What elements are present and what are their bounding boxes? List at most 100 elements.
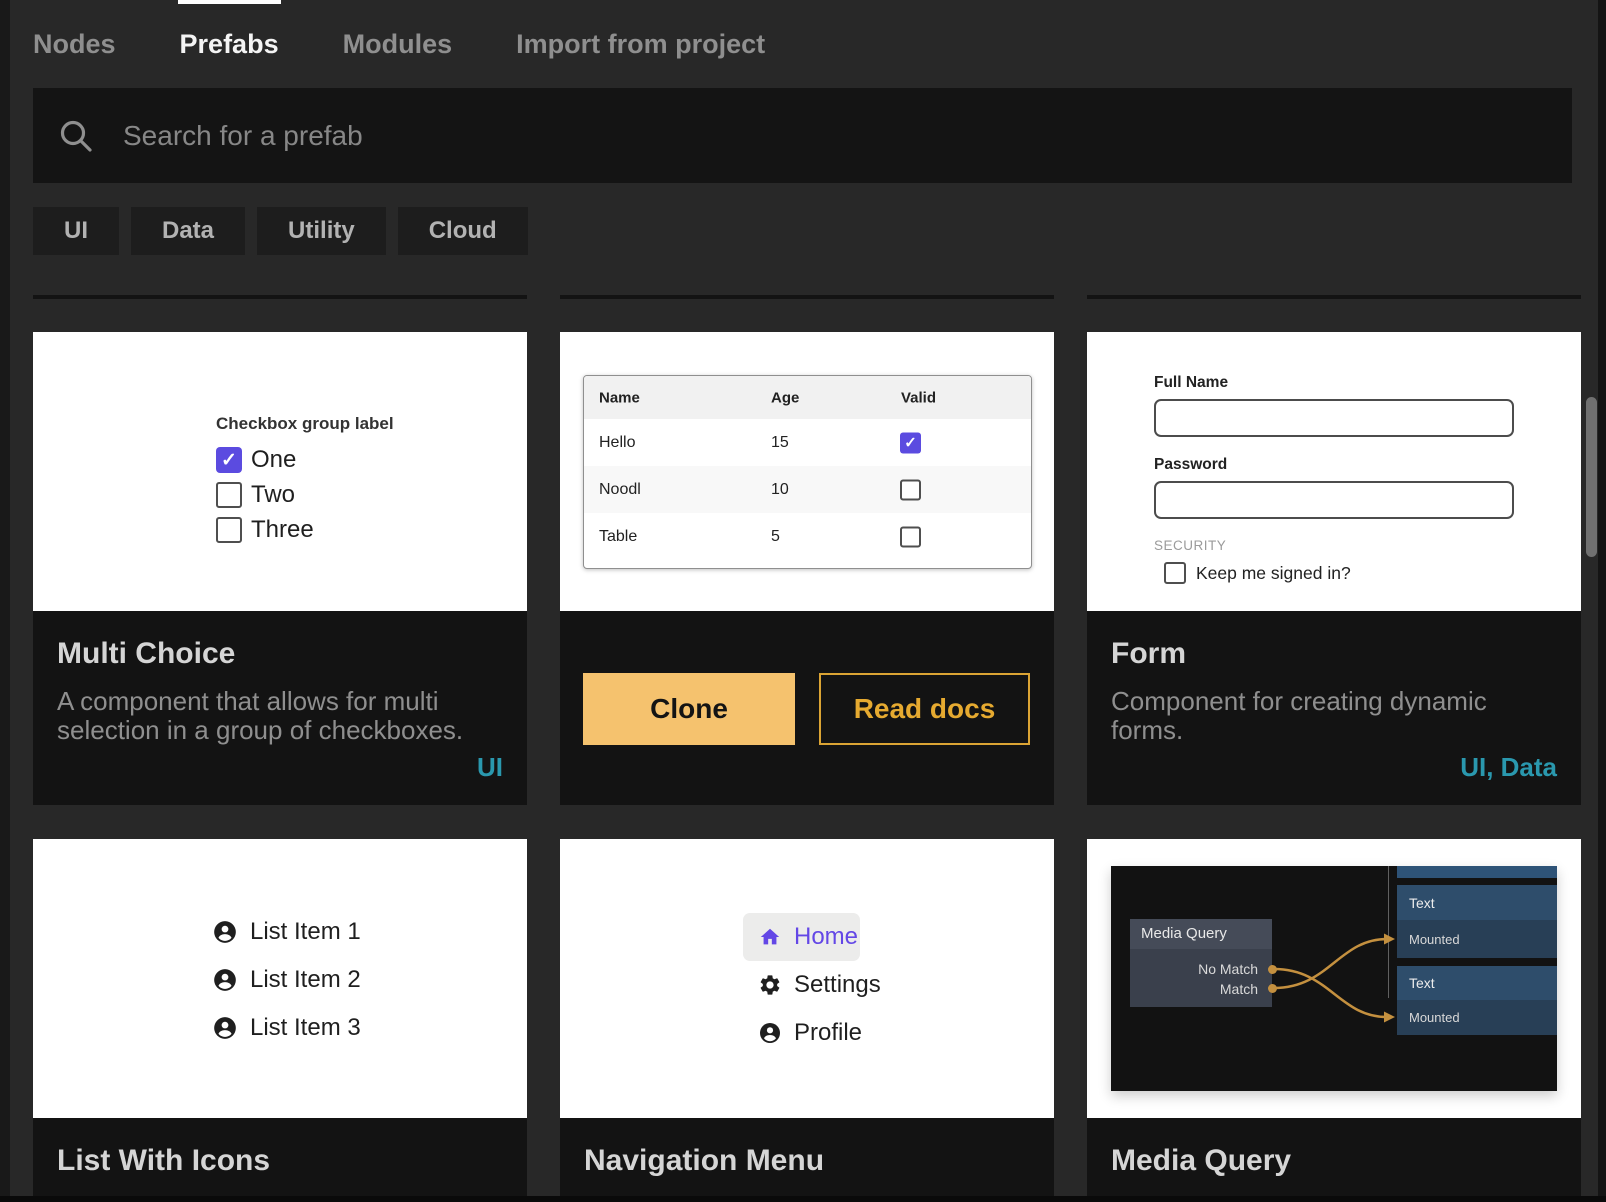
form-checkbox-label: Keep me signed in?	[1196, 563, 1351, 584]
prefab-card-list-with-icons[interactable]: List Item 1 List Item 2 List Item 3	[33, 839, 527, 1202]
list-item: List Item 2	[212, 967, 361, 993]
checkbox-unchecked-icon	[900, 479, 921, 500]
form-field-label: Full Name	[1154, 374, 1514, 392]
search-icon	[58, 118, 94, 154]
nav-item-label: Home	[794, 923, 858, 951]
home-icon	[759, 926, 781, 948]
prefab-card-media-query[interactable]: Media Query No Match Match Text Mounted …	[1087, 839, 1581, 1202]
checkbox-option: Three	[216, 517, 394, 543]
prefab-card-form[interactable]: Full Name Password SECURITY Keep me sign…	[1087, 332, 1581, 805]
form-section-label: SECURITY	[1154, 538, 1514, 553]
gear-icon	[758, 973, 782, 997]
prefab-description: A component that allows for multi select…	[57, 687, 503, 745]
prefab-tags: UI, Data	[1460, 752, 1557, 783]
prefab-tags: UI	[477, 752, 503, 783]
list-item: List Item 3	[212, 1015, 361, 1041]
checkbox-unchecked-icon	[216, 482, 242, 508]
read-docs-button[interactable]: Read docs	[819, 673, 1030, 745]
prefab-card-multi-choice[interactable]: Checkbox group label One Two Three Multi…	[33, 332, 527, 805]
prefab-description: Component for creating dynamic forms.	[1111, 687, 1557, 745]
prefab-card-info: Multi Choice A component that allows for…	[33, 611, 527, 805]
tab-prefabs[interactable]: Prefabs	[180, 0, 279, 88]
prefab-card-info: Navigation Menu Component for creating a…	[560, 1118, 1054, 1202]
checkbox-unchecked-icon	[1164, 562, 1186, 584]
filter-chip-cloud[interactable]: Cloud	[398, 207, 528, 255]
search-bar	[33, 88, 1572, 183]
nav-item-settings: Settings	[743, 961, 881, 1009]
panel-left-edge	[0, 0, 10, 1202]
checkbox-group-label: Checkbox group label	[216, 414, 394, 434]
text-input	[1154, 481, 1514, 519]
prefab-title: List With Icons	[57, 1144, 503, 1178]
table-row: Hello 15	[584, 419, 1031, 466]
person-icon	[758, 1021, 782, 1045]
prefab-card-table-hovered[interactable]: Name Age Valid Hello 15 Noodl 10 Table 5	[560, 332, 1054, 805]
prefab-preview-icon-list: List Item 1 List Item 2 List Item 3	[33, 839, 527, 1118]
text-input	[1154, 399, 1514, 437]
prefab-preview-node-graph: Media Query No Match Match Text Mounted …	[1087, 839, 1581, 1118]
prefab-card-info: List With Icons A list where each item h…	[33, 1118, 527, 1202]
filter-chip-utility[interactable]: Utility	[257, 207, 386, 255]
filter-chips: UI Data Utility Cloud	[33, 207, 528, 255]
prefab-card-hover-actions: Clone Read docs	[560, 611, 1054, 805]
tab-nodes[interactable]: Nodes	[33, 0, 116, 88]
table-preview: Name Age Valid Hello 15 Noodl 10 Table 5	[583, 375, 1032, 569]
node-graph-image: Media Query No Match Match Text Mounted …	[1111, 866, 1557, 1091]
checkbox-checked-icon	[216, 447, 242, 473]
nav-item-label: Settings	[794, 971, 881, 999]
previous-row-card-edge	[33, 295, 527, 299]
filter-chip-data[interactable]: Data	[131, 207, 245, 255]
search-input[interactable]	[121, 119, 1425, 153]
account-circle-icon	[212, 919, 238, 945]
account-circle-icon	[212, 967, 238, 993]
list-item-label: List Item 2	[250, 966, 361, 994]
table-cell: 15	[771, 434, 789, 452]
table-cell: Noodl	[599, 481, 641, 499]
panel-bottom-edge	[0, 1196, 1606, 1202]
list-item: List Item 1	[212, 919, 361, 945]
nav-item-home: Home	[743, 913, 860, 961]
prefab-title: Media Query	[1111, 1144, 1557, 1178]
list-item-label: List Item 1	[250, 918, 361, 946]
prefab-preview-table: Name Age Valid Hello 15 Noodl 10 Table 5	[560, 332, 1054, 611]
checkbox-checked-icon	[900, 432, 921, 453]
prefabs-panel: Nodes Prefabs Modules Import from projec…	[0, 0, 1606, 1202]
prefab-title: Multi Choice	[57, 637, 503, 671]
table-row: Table 5	[584, 513, 1031, 560]
arrowhead-icon	[1384, 1012, 1395, 1023]
form-checkbox-row: Keep me signed in?	[1154, 562, 1514, 584]
table-header-valid: Valid	[901, 389, 936, 406]
tab-import-from-project[interactable]: Import from project	[516, 0, 765, 88]
table-row: Noodl 10	[584, 466, 1031, 513]
vertical-scrollbar-thumb[interactable]	[1586, 397, 1597, 557]
checkbox-unchecked-icon	[900, 526, 921, 547]
table-cell: 10	[771, 481, 789, 499]
prefab-card-navigation-menu[interactable]: Home Settings Profile	[560, 839, 1054, 1202]
prefab-preview-nav-menu: Home Settings Profile	[560, 839, 1054, 1118]
table-cell: Hello	[599, 434, 635, 452]
table-header-row: Name Age Valid	[584, 376, 1031, 419]
prefab-preview-checkbox-group: Checkbox group label One Two Three	[33, 332, 527, 611]
account-circle-icon	[212, 1015, 238, 1041]
checkbox-option-label: Two	[251, 481, 295, 509]
filter-chip-ui[interactable]: UI	[33, 207, 119, 255]
checkbox-option: Two	[216, 482, 394, 508]
prefab-card-info: Form Component for creating dynamic form…	[1087, 611, 1581, 805]
table-header-name: Name	[599, 389, 640, 406]
nav-item-profile: Profile	[743, 1009, 862, 1057]
clone-button[interactable]: Clone	[583, 673, 795, 745]
node-connections	[1111, 866, 1557, 1091]
prefab-card-info: Media Query Component that reacts to med…	[1087, 1118, 1581, 1202]
previous-row-card-edge	[560, 295, 1054, 299]
panel-right-edge	[1598, 0, 1606, 1202]
arrowhead-icon	[1384, 934, 1395, 945]
checkbox-option-label: Three	[251, 516, 314, 544]
list-item-label: List Item 3	[250, 1014, 361, 1042]
tab-modules[interactable]: Modules	[343, 0, 453, 88]
table-cell: 5	[771, 528, 780, 546]
checkbox-option-label: One	[251, 446, 296, 474]
nav-item-label: Profile	[794, 1019, 862, 1047]
tab-bar: Nodes Prefabs Modules Import from projec…	[33, 0, 765, 88]
form-field-label: Password	[1154, 456, 1514, 474]
prefab-title: Form	[1111, 637, 1557, 671]
